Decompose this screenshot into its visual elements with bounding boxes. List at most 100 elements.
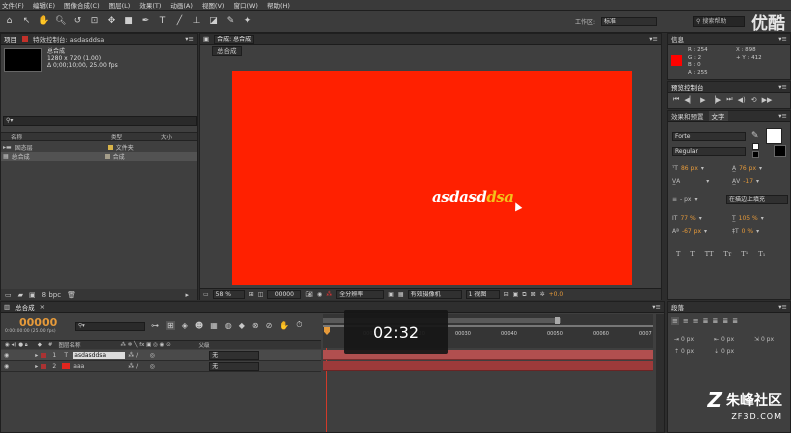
project-search-input[interactable]: ⚲▾ [3, 116, 197, 126]
fast-preview-icon[interactable]: ▣ [513, 291, 519, 298]
leading-control[interactable]: A̲ 76 px ▾ [732, 165, 762, 172]
panel-menu-icon[interactable]: ▾≡ [778, 112, 787, 120]
live-update-icon[interactable]: ⊞ [166, 320, 175, 330]
panel-menu-icon[interactable]: ▾≡ [778, 83, 787, 91]
menu-item-8[interactable]: 帮助(H) [267, 0, 290, 10]
timer-icon[interactable]: ⏱ [296, 320, 302, 330]
home-tool-icon[interactable]: ⌂ [4, 16, 15, 27]
transparency-grid-icon[interactable]: ▦ [398, 291, 404, 298]
expand-arrow-icon[interactable]: ▸ [35, 363, 38, 370]
resolution-dropdown[interactable]: 全分辨率 [336, 290, 385, 299]
current-time-display[interactable]: 00000 [19, 316, 57, 329]
menu-item-4[interactable]: 效果(T) [139, 0, 161, 10]
text-style-button-3[interactable]: Tт [723, 250, 731, 258]
col-type[interactable]: 类型 [111, 133, 161, 141]
layer-name[interactable]: asdasddsa [73, 351, 126, 359]
panel-menu-icon[interactable]: ▾≡ [778, 303, 787, 311]
indent-left-control[interactable]: ⇥ 0 px [674, 336, 694, 343]
align-center-icon[interactable]: ≡ [683, 317, 689, 325]
eye-icon[interactable]: ◉ [4, 352, 9, 359]
roi-icon[interactable]: ▣ [388, 291, 394, 298]
timecode-field[interactable]: 00000 [267, 290, 302, 299]
white-swatch[interactable] [752, 143, 759, 150]
menu-item-1[interactable]: 编辑(E) [33, 0, 55, 10]
menu-item-5[interactable]: 动画(A) [170, 0, 193, 10]
parent-dropdown[interactable]: 无 [209, 361, 260, 371]
eraser-tool-icon[interactable]: ◪ [208, 16, 219, 27]
layer-name[interactable]: aaa [73, 363, 125, 370]
audio-icon[interactable]: ◀) [738, 96, 746, 104]
pixel-aspect-icon[interactable]: ⊟ [504, 291, 509, 298]
preview-toggle-icon[interactable]: ▭ [203, 291, 209, 298]
label-color-icon[interactable] [41, 363, 47, 369]
fill-color-swatch[interactable] [766, 128, 782, 144]
tab-preview[interactable]: 预览控制台 [671, 82, 704, 92]
stroke-type-dropdown[interactable]: 在描边上填充 [726, 195, 788, 204]
menu-item-6[interactable]: 视图(V) [202, 0, 225, 10]
stroke-width-control[interactable]: ≡ - px ▾ [672, 196, 697, 203]
timeline-scrollbar[interactable] [656, 314, 664, 432]
tab-info[interactable]: 信息 [671, 34, 684, 44]
pen-tool-icon[interactable]: ✒ [140, 16, 151, 27]
channel-icon[interactable]: ⁂ [326, 291, 332, 298]
hand-tool-icon[interactable]: ✋ [38, 16, 49, 27]
motion-blur-icon[interactable]: ◍ [225, 321, 232, 330]
layer-row[interactable]: ◉ ▸ 1 Tasdasddsa ⁂ ∕ ◎ 无 [1, 350, 321, 361]
shy-icon[interactable]: ☻ [195, 321, 203, 330]
project-item[interactable]: ▦ 总合成 合成 [1, 152, 197, 161]
space-after-control[interactable]: ⇣ 0 px [714, 348, 734, 355]
font-family-dropdown[interactable]: Forte [672, 132, 746, 141]
panel-menu-icon[interactable]: ▾≡ [778, 35, 787, 43]
col-layer-name[interactable]: 图层名称 [59, 341, 121, 349]
stroke-color-swatch[interactable] [774, 145, 786, 157]
text-style-button-2[interactable]: TT [705, 250, 714, 258]
tab-timeline-comp[interactable]: 总合成 [15, 302, 35, 312]
last-frame-icon[interactable]: ⏭ [726, 95, 732, 104]
tab-effects-presets[interactable]: 效果和预置 [671, 111, 704, 121]
next-frame-icon[interactable]: ▕▶ [710, 96, 721, 104]
timeline-search-input[interactable]: ⚲▾ [75, 322, 145, 331]
snapshot-icon[interactable]: 📷︎ [305, 291, 313, 298]
ram-preview-icon[interactable]: ▶▶ [762, 96, 773, 104]
layer-switches-icons[interactable]: ⁂ ∕ ◎ [128, 363, 206, 370]
project-item[interactable]: ▸▬ 固态层 文件夹 [1, 143, 197, 152]
tracking-control[interactable]: A̲V -17 ▾ [732, 178, 759, 185]
pan-behind-tool-icon[interactable]: ✥ [106, 16, 117, 27]
zoom-dropdown[interactable]: 58 % [212, 290, 245, 299]
align-right-icon[interactable]: ≡ [693, 317, 699, 325]
horizontal-scale-control[interactable]: T̲ 105 % ▾ [732, 215, 764, 222]
zoom-tool-icon[interactable]: 🔍︎ [55, 16, 66, 27]
kerning-control[interactable]: V̲A ▾ [672, 178, 709, 185]
layer-row[interactable]: ◉ ▸ 2 aaa ⁂ ∕ ◎ 无 [1, 361, 321, 372]
justify-all-icon[interactable]: ≣ [732, 317, 738, 325]
new-comp-icon[interactable]: ▣ [29, 291, 36, 299]
rotate-tool-icon[interactable]: ↺ [72, 16, 83, 27]
tab-project[interactable]: 项目 [4, 34, 17, 44]
timeline-lock-icon[interactable]: ▥ [4, 303, 10, 311]
bit-depth[interactable]: 8 bpc [42, 291, 61, 299]
text-style-button-0[interactable]: T [676, 250, 680, 258]
black-swatch[interactable] [752, 151, 759, 158]
menu-item-7[interactable]: 窗口(W) [233, 0, 258, 10]
lock-icon[interactable]: ▣ [203, 35, 209, 43]
frame-blend-icon[interactable]: ▦ [210, 321, 218, 330]
justify-right-icon[interactable]: ≣ [722, 317, 728, 325]
col-name[interactable]: 名称 [11, 133, 111, 141]
baseline-shift-control[interactable]: Aª -67 px ▾ [672, 228, 707, 235]
indent-right-control[interactable]: ⇤ 0 px [714, 336, 734, 343]
play-icon[interactable]: ▶ [700, 96, 705, 104]
justify-center-icon[interactable]: ≣ [713, 317, 719, 325]
show-snapshot-icon[interactable]: ◉ [317, 291, 322, 298]
timeline-icon[interactable]: ⧉ [522, 291, 526, 299]
breadcrumb[interactable]: 总合成 [212, 46, 242, 56]
font-style-dropdown[interactable]: Regular [672, 147, 746, 156]
tsume-control[interactable]: ‡T 0 % ▾ [732, 228, 759, 235]
camera-dropdown[interactable]: 有效摄像机 [407, 290, 462, 299]
panel-menu-icon[interactable]: ▾≡ [649, 35, 658, 43]
tab-effects-controls[interactable]: 特效控制台: asdasddsa [33, 34, 104, 44]
align-left-icon[interactable]: ≡ [671, 317, 679, 325]
label-color-icon[interactable] [41, 352, 47, 358]
clone-tool-icon[interactable]: ⊥ [191, 16, 202, 27]
prev-frame-icon[interactable]: ◀▏ [684, 96, 695, 104]
flowchart-icon[interactable]: ⊠ [531, 291, 536, 298]
